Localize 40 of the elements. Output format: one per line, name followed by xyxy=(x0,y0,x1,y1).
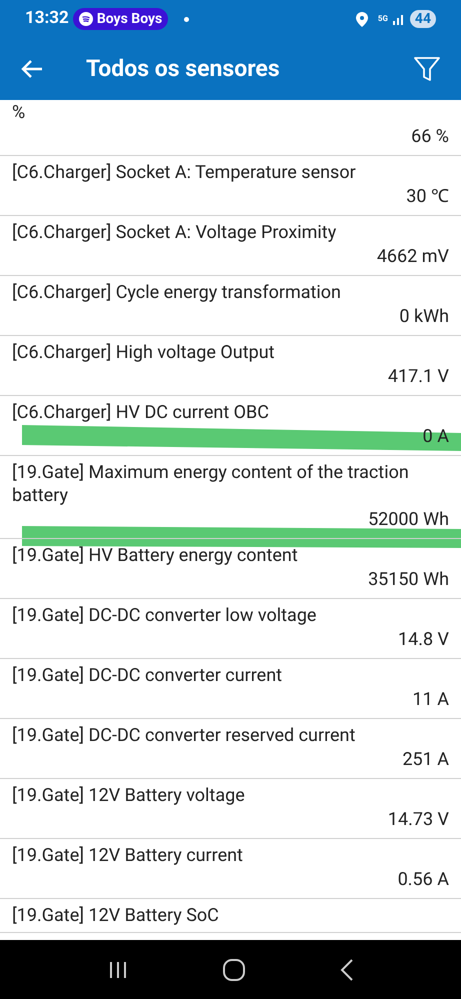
sensor-value: 417.1 V xyxy=(388,365,449,389)
sensor-name: [C6.Charger] Socket A: Temperature sensor xyxy=(12,161,357,184)
sensor-name: [19.Gate] DC-DC converter low voltage xyxy=(12,604,318,627)
sensor-name: [19.Gate] Maximum energy content of the traction battery xyxy=(12,461,410,507)
back-icon[interactable] xyxy=(340,958,354,980)
clock: 13:32 xyxy=(25,7,69,30)
music-app-icon xyxy=(78,12,93,26)
back-arrow-icon[interactable] xyxy=(20,59,44,79)
sensor-name: [C6.Charger] HV DC current OBC xyxy=(12,401,270,424)
media-chip[interactable]: Boys Boys xyxy=(72,8,168,30)
battery-indicator: 44 xyxy=(410,10,436,28)
home-icon[interactable] xyxy=(222,958,244,980)
sensor-value: 52000 Wh xyxy=(368,508,449,532)
sensor-name: [19.Gate] 12V Battery voltage xyxy=(12,784,246,807)
signal-icon xyxy=(392,13,406,25)
screen-title: Todos os sensores xyxy=(86,54,281,84)
location-icon xyxy=(356,12,368,26)
sensor-value: 251 A xyxy=(402,748,449,772)
sensor-value: 4662 mV xyxy=(376,245,449,269)
sensor-name: % xyxy=(12,101,26,124)
sensor-name: [19.Gate] 12V Battery SoC xyxy=(12,904,220,927)
network-label: 5G xyxy=(378,15,388,23)
sensor-value: 11 A xyxy=(412,688,449,712)
sensor-name: [C6.Charger] High voltage Output xyxy=(12,341,276,364)
sensor-value: 66 % xyxy=(411,125,449,149)
sensor-value: 0.56 A xyxy=(398,868,449,892)
sensor-name: [C6.Charger] Socket A: Voltage Proximity xyxy=(12,221,338,244)
sensor-value: 14.8 V xyxy=(398,628,449,652)
sensor-value: 35150 Wh xyxy=(368,568,449,592)
sensor-name: [19.Gate] HV Battery energy content xyxy=(12,544,299,567)
sensor-name: [19.Gate] 12V Battery current xyxy=(12,844,244,867)
sensor-name: [19.Gate] DC-DC converter reserved current xyxy=(12,724,356,747)
sensor-value: 0 kWh xyxy=(399,305,449,329)
recent-apps-icon[interactable] xyxy=(108,960,128,980)
sensor-value: 30 ℃ xyxy=(406,185,449,209)
sensor-name: [19.Gate] DC-DC converter current xyxy=(12,664,284,687)
sensor-value: 14.73 V xyxy=(388,808,449,832)
sensor-name: [C6.Charger] Cycle energy transformation xyxy=(12,281,342,304)
filter-icon[interactable] xyxy=(413,55,441,83)
sensor-value: 0 A xyxy=(422,425,449,449)
